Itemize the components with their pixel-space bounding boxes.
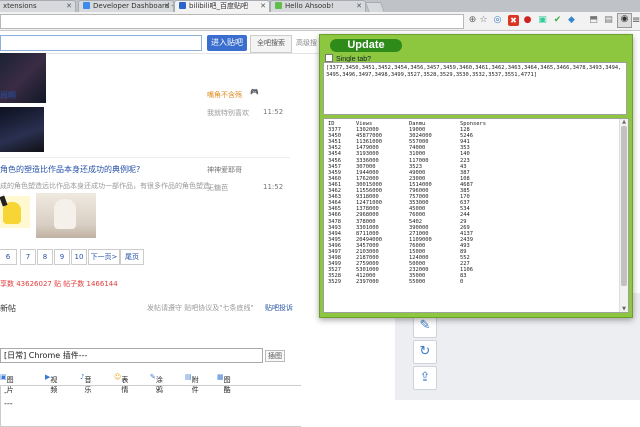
page-link[interactable]: 9 — [54, 249, 70, 265]
favicon-icon — [179, 2, 186, 9]
scrollbar-thumb[interactable] — [621, 126, 627, 286]
thread-snippet: 成的角色塑造远比作品本身还成功一部作品，有很多作品的角色塑造 — [0, 182, 210, 190]
thread-title[interactable]: 局啊 — [0, 90, 16, 101]
table-cell: 0 — [460, 279, 464, 286]
table-row: 3529 2397000 55000 0 — [324, 279, 618, 285]
adblock-icon[interactable]: ✖ — [508, 15, 519, 26]
address-bar[interactable] — [0, 14, 464, 29]
menu-icon[interactable]: ≡ — [632, 15, 640, 26]
emoji-tool[interactable]: ☺ 表情 — [114, 373, 128, 394]
tab-label: Hello Ahsoob! — [285, 2, 334, 10]
post-toolbar: ▣ 图片 ▶ 视频 ♪ 音乐 ☺ 表情 ✎ 涂鸦 ▤ 附件 ▦ 图酷 — [0, 371, 300, 394]
tuku-tool[interactable]: ▦ 图酷 — [217, 373, 231, 394]
close-icon[interactable]: ✕ — [66, 1, 72, 12]
attachment-tool[interactable]: ▤ 附件 — [185, 373, 199, 394]
check-icon[interactable]: ✔ — [552, 15, 563, 26]
browser-toolbar: ⊕ ☆ ◎ ✖ ● ▣ ✔ ◆ ⬒ ▤ ◉ ≡ — [0, 12, 640, 31]
extension-icon[interactable]: ◆ — [566, 15, 577, 26]
post-editor[interactable]: - --- — [0, 385, 301, 427]
thread-author[interactable]: 神神爱耶哥 — [207, 165, 242, 175]
table-scrollbar[interactable]: ▲ ▼ — [619, 119, 628, 312]
last-page-link[interactable]: 尾页 — [120, 249, 144, 265]
refresh-icon[interactable]: ↻ — [413, 340, 437, 364]
translate-icon[interactable]: ▣ — [537, 15, 548, 26]
tieba-search-input[interactable] — [0, 35, 202, 51]
tab-label: bilibili吧_百度贴吧 — [189, 2, 249, 10]
tab-strip: xtensions ✕ Developer Dashboard - C ✕ bi… — [0, 0, 640, 13]
image-tool[interactable]: ▣ 图片 — [0, 373, 14, 394]
stats-table: ID Views Danmu Sponsers 3377 1302000 19000… — [324, 119, 618, 312]
video-tool[interactable]: ▶ 视频 — [45, 373, 57, 394]
page-link[interactable]: 10 — [71, 249, 87, 265]
doodle-tool[interactable]: ✎ 涂鸦 — [150, 373, 163, 394]
page-link[interactable]: 7 — [20, 249, 36, 265]
table-cell: 55000 — [409, 279, 426, 286]
table-cell: 2397000 — [356, 279, 379, 286]
share-icon[interactable]: ⇪ — [413, 366, 437, 390]
game-icon: 🎮 — [250, 88, 259, 96]
insert-image-button[interactable]: 插图 — [265, 350, 285, 362]
post-title-input[interactable]: [日常] Chrome 插件--- — [0, 348, 263, 363]
single-tab-checkbox[interactable] — [325, 54, 333, 62]
search-all-button[interactable]: 全吧搜索 — [250, 35, 292, 53]
extension-popup: Update Single tab? [3377,3450,3451,3452,… — [319, 34, 633, 318]
close-icon[interactable]: ✕ — [260, 1, 266, 12]
report-link[interactable]: 贴吧投诉 — [265, 303, 293, 313]
scroll-up-icon[interactable]: ▲ — [620, 119, 628, 125]
thread-author[interactable]: 嘴角不含殇 — [207, 90, 242, 100]
page-link[interactable]: 8 — [37, 249, 53, 265]
reply-time: 11:52 — [263, 108, 284, 116]
tab-label: xtensions — [3, 2, 37, 10]
pikachu-image[interactable] — [0, 195, 30, 228]
reply-time: 11:52 — [263, 183, 284, 191]
anime-girl-image[interactable] — [36, 193, 96, 238]
last-reply-user[interactable]: 无糖芭 — [207, 183, 228, 193]
thread-title[interactable]: 角色的塑造比作品本身还成功的典例呢? — [0, 164, 140, 175]
scroll-down-icon[interactable]: ▼ — [620, 306, 628, 312]
post-rules-link[interactable]: 发帖请遵守 贴吧协议及"七条底线" — [147, 303, 254, 313]
next-page-link[interactable]: 下一页> — [88, 249, 120, 265]
music-tool[interactable]: ♪ 音乐 — [80, 373, 91, 394]
table-cell: 3529 — [328, 279, 341, 286]
stats-table-textarea[interactable]: ID Views Danmu Sponsers 3377 1302000 19000… — [323, 118, 629, 313]
zoom-icon[interactable]: ⊕ — [467, 15, 478, 26]
divider — [0, 157, 290, 158]
editor-line: - — [4, 388, 7, 397]
close-icon[interactable]: ✕ — [356, 1, 362, 12]
bookmark-star-icon[interactable]: ☆ — [478, 15, 489, 26]
enter-forum-button[interactable]: 进入贴吧 — [207, 35, 247, 51]
extension-icon[interactable]: ⬒ — [588, 15, 599, 26]
thread-image[interactable] — [0, 107, 44, 152]
favicon-icon — [275, 2, 282, 9]
tab-label: Developer Dashboard - C — [93, 2, 174, 10]
advanced-search-link[interactable]: 高级搜 — [296, 38, 317, 48]
video-ids-textarea[interactable]: [3377,3450,3451,3452,3454,3456,3457,3459… — [323, 62, 627, 115]
editor-line: --- — [4, 399, 13, 408]
update-button[interactable]: Update — [330, 39, 402, 52]
close-icon[interactable]: ✕ — [164, 1, 170, 12]
extension-icon[interactable]: ◎ — [492, 15, 503, 26]
page-link[interactable]: 6 — [0, 249, 17, 265]
extension-icon[interactable]: ▤ — [603, 15, 614, 26]
last-reply-user[interactable]: 我就特别喜欢 — [207, 108, 249, 118]
post-title: 新帖 — [0, 304, 16, 313]
bilibili-stats-extension-icon[interactable]: ◉ — [617, 13, 632, 28]
favicon-icon — [83, 2, 90, 9]
pinterest-icon[interactable]: ● — [522, 15, 533, 26]
forum-stats: 享数 43626027 贴 帖子数 1466144 — [0, 280, 118, 288]
tieba-search-bar: 进入贴吧 全吧搜索 高级搜 — [0, 31, 320, 54]
